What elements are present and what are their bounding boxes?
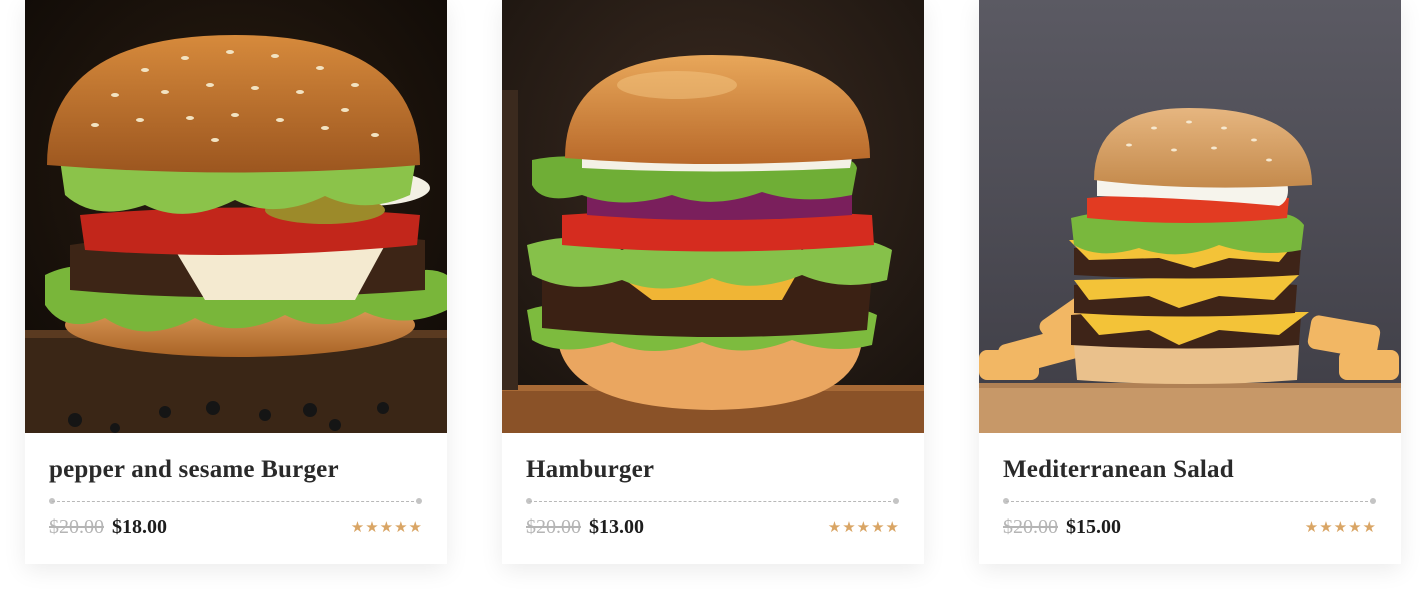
price-group: $20.00 $18.00 — [49, 515, 167, 539]
product-meta: $20.00 $13.00 ★ ★ ★ ★ ★ — [526, 515, 899, 539]
star-icon[interactable]: ★ — [409, 519, 422, 535]
product-image-pepper-sesame-burger[interactable] — [25, 0, 447, 433]
star-icon[interactable]: ★ — [886, 519, 899, 535]
dotted-divider — [526, 498, 899, 504]
product-title[interactable]: pepper and sesame Burger — [49, 455, 422, 485]
product-info: pepper and sesame Burger $20.00 $18.00 ★… — [25, 433, 447, 539]
star-icon[interactable]: ★ — [394, 519, 407, 535]
star-icon[interactable]: ★ — [1319, 519, 1332, 535]
current-price: $13.00 — [589, 516, 644, 538]
product-card[interactable]: Mediterranean Salad $20.00 $15.00 ★ ★ ★ … — [979, 0, 1401, 564]
old-price: $20.00 — [1003, 516, 1058, 538]
product-grid: pepper and sesame Burger $20.00 $18.00 ★… — [0, 0, 1426, 591]
product-info: Mediterranean Salad $20.00 $15.00 ★ ★ ★ … — [979, 433, 1401, 539]
star-icon[interactable]: ★ — [1363, 519, 1376, 535]
product-info: Hamburger $20.00 $13.00 ★ ★ ★ ★ ★ — [502, 433, 924, 539]
star-icon[interactable]: ★ — [871, 519, 884, 535]
star-icon[interactable]: ★ — [828, 519, 841, 535]
dotted-divider — [49, 498, 422, 504]
star-icon[interactable]: ★ — [1334, 519, 1347, 535]
product-card[interactable]: pepper and sesame Burger $20.00 $18.00 ★… — [25, 0, 447, 564]
product-title[interactable]: Hamburger — [526, 455, 899, 485]
product-meta: $20.00 $15.00 ★ ★ ★ ★ ★ — [1003, 515, 1376, 539]
product-image-hamburger[interactable] — [502, 0, 924, 433]
price-group: $20.00 $13.00 — [526, 515, 644, 539]
star-icon[interactable]: ★ — [1348, 519, 1361, 535]
current-price: $18.00 — [112, 516, 167, 538]
dotted-divider — [1003, 498, 1376, 504]
product-image-mediterranean-salad[interactable] — [979, 0, 1401, 433]
old-price: $20.00 — [526, 516, 581, 538]
rating-stars: ★ ★ ★ ★ ★ — [351, 519, 422, 535]
rating-stars: ★ ★ ★ ★ ★ — [828, 519, 899, 535]
star-icon[interactable]: ★ — [842, 519, 855, 535]
rating-stars: ★ ★ ★ ★ ★ — [1305, 519, 1376, 535]
product-meta: $20.00 $18.00 ★ ★ ★ ★ ★ — [49, 515, 422, 539]
current-price: $15.00 — [1066, 516, 1121, 538]
price-group: $20.00 $15.00 — [1003, 515, 1121, 539]
star-icon[interactable]: ★ — [380, 519, 393, 535]
product-title[interactable]: Mediterranean Salad — [1003, 455, 1376, 485]
product-card[interactable]: Hamburger $20.00 $13.00 ★ ★ ★ ★ ★ — [502, 0, 924, 564]
star-icon[interactable]: ★ — [1305, 519, 1318, 535]
old-price: $20.00 — [49, 516, 104, 538]
star-icon[interactable]: ★ — [857, 519, 870, 535]
star-icon[interactable]: ★ — [351, 519, 364, 535]
star-icon[interactable]: ★ — [365, 519, 378, 535]
